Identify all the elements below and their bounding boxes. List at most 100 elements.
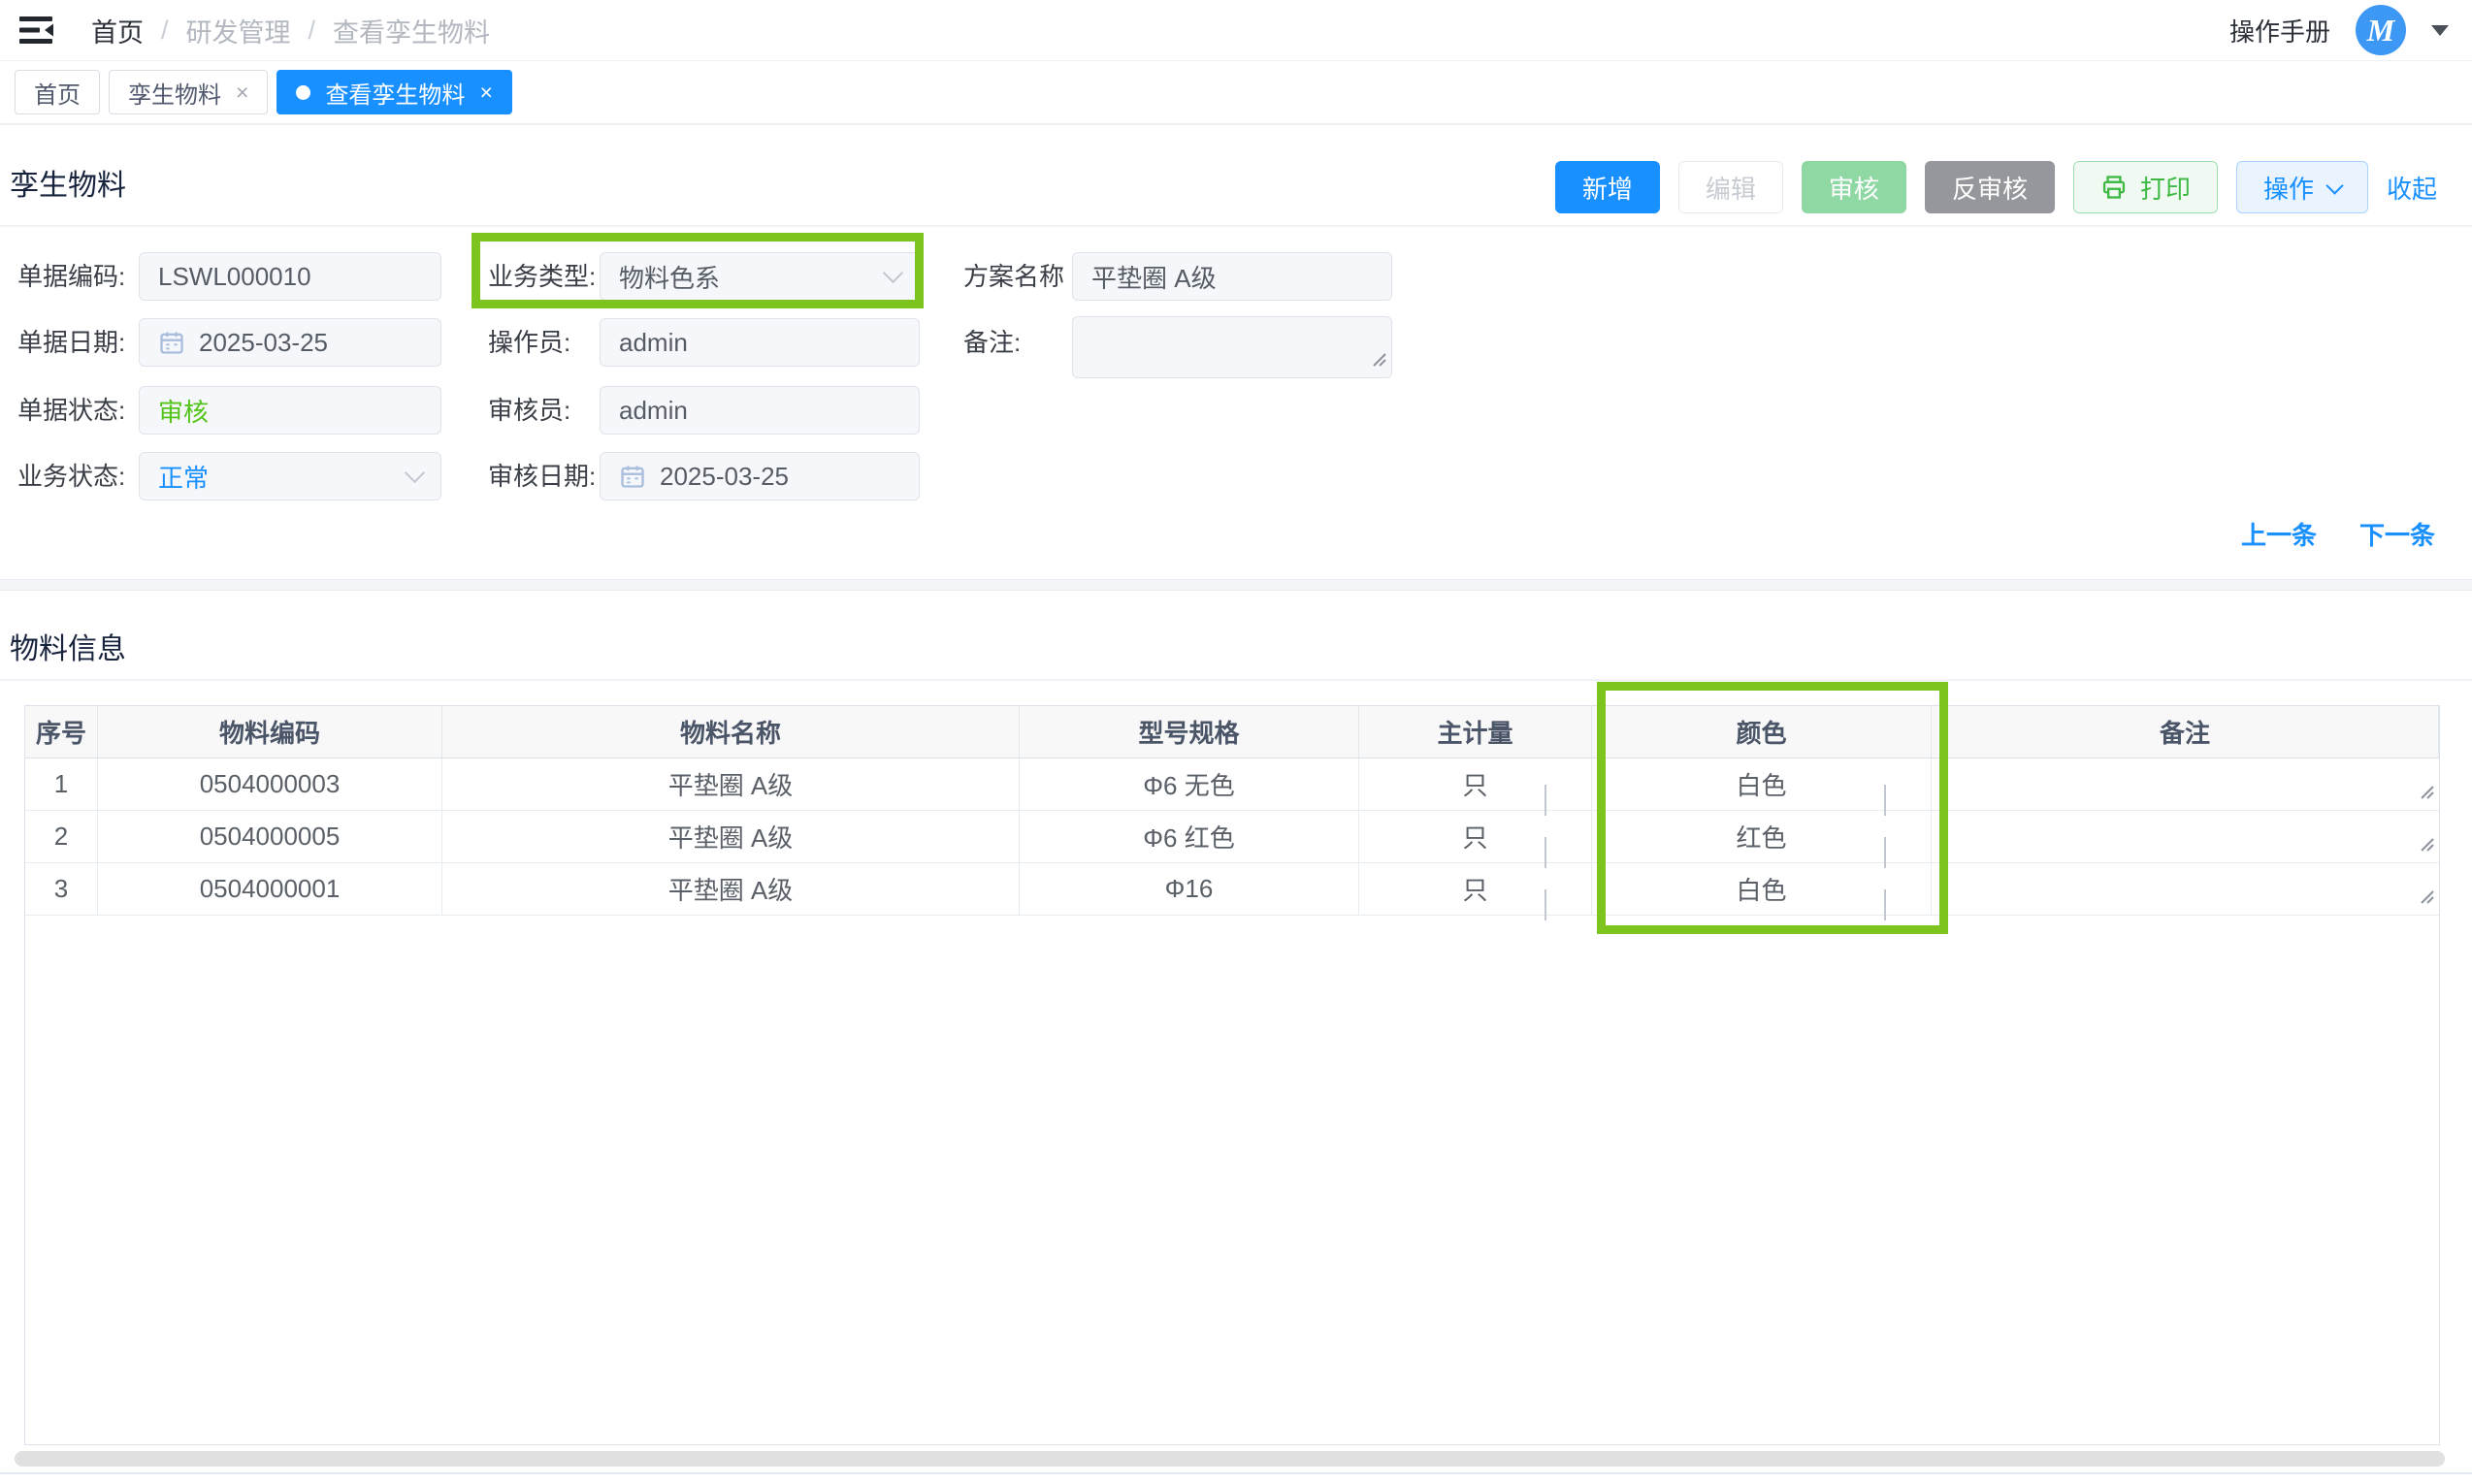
operator-field[interactable]: admin [600, 318, 920, 367]
biz-status-select[interactable]: 正常 [139, 452, 441, 500]
auditor-field[interactable]: admin [600, 386, 920, 435]
cell-spec: Φ16 [1020, 863, 1359, 915]
avatar-letter: M [2367, 13, 2394, 48]
breadcrumb-rd-management[interactable]: 研发管理 [186, 12, 291, 49]
cell-color-select[interactable]: 红色 [1592, 811, 1932, 862]
cell-color-select[interactable]: 白色 [1592, 758, 1932, 810]
doc-status-value: 审核 [158, 393, 209, 429]
tab-view-twin-material[interactable]: 查看孪生物料 × [276, 70, 511, 114]
next-record-link[interactable]: 下一条 [2359, 516, 2435, 552]
chevron-down-icon [1545, 837, 1546, 867]
cell-index: 2 [25, 811, 98, 862]
material-table: 序号 物料编码 物料名称 型号规格 主计量 颜色 备注 1 0504000003… [24, 705, 2440, 1445]
header-right-area: 操作手册 M [2229, 5, 2449, 55]
chevron-down-icon [405, 463, 425, 483]
cell-unit-select[interactable]: 只 [1359, 758, 1592, 810]
close-icon[interactable]: × [236, 81, 248, 104]
chevron-down-icon [883, 263, 903, 283]
bottom-border-line [0, 1472, 2472, 1474]
unit-value: 只 [1462, 766, 1487, 802]
col-header-unit: 主计量 [1359, 706, 1592, 758]
printer-icon [2100, 174, 2128, 201]
actions-button-label: 操作 [2263, 170, 2314, 206]
resize-grip-icon[interactable] [2419, 776, 2434, 806]
resize-grip-icon[interactable] [1371, 343, 1386, 373]
doc-status-label: 单据状态: [17, 386, 125, 435]
cell-unit-select[interactable]: 只 [1359, 811, 1592, 862]
plan-name-value: 平垫圈 A级 [1091, 259, 1217, 295]
cell-color-select[interactable]: 白色 [1592, 863, 1932, 915]
cell-remark-textarea[interactable] [1932, 811, 2439, 862]
cell-spec: Φ6 无色 [1020, 758, 1359, 810]
cell-remark-textarea[interactable] [1932, 758, 2439, 810]
unaudit-button[interactable]: 反审核 [1925, 161, 2055, 213]
audit-date-field[interactable]: 2025-03-25 [600, 452, 920, 500]
top-header-bar: 首页 / 研发管理 / 查看孪生物料 操作手册 M [0, 0, 2472, 61]
color-value: 红色 [1736, 819, 1786, 855]
add-button[interactable]: 新增 [1555, 161, 1660, 213]
manual-link[interactable]: 操作手册 [2229, 13, 2330, 48]
doc-status-field: 审核 [139, 386, 441, 435]
menu-fold-icon[interactable] [17, 14, 56, 47]
table-header-row: 序号 物料编码 物料名称 型号规格 主计量 颜色 备注 [25, 706, 2439, 758]
calendar-icon [619, 463, 646, 490]
doc-date-field[interactable]: 2025-03-25 [139, 318, 441, 367]
actions-dropdown-button[interactable]: 操作 [2236, 161, 2368, 213]
tab-home[interactable]: 首页 [15, 70, 100, 114]
tab-twin-material[interactable]: 孪生物料 × [109, 70, 268, 114]
close-icon[interactable]: × [479, 81, 492, 104]
remark-textarea[interactable] [1072, 316, 1392, 378]
col-header-spec: 型号规格 [1020, 706, 1359, 758]
resize-grip-icon[interactable] [2419, 828, 2434, 858]
doc-code-field[interactable]: LSWL000010 [139, 252, 441, 301]
auditor-label: 审核员: [488, 386, 570, 435]
biz-status-label: 业务状态: [17, 452, 125, 500]
divider [0, 679, 2472, 681]
divider [0, 225, 2472, 227]
edit-button: 编辑 [1678, 161, 1783, 213]
chevron-down-icon [1884, 785, 1886, 815]
cell-unit-select[interactable]: 只 [1359, 863, 1592, 915]
breadcrumb: 首页 / 研发管理 / 查看孪生物料 [91, 12, 490, 49]
plan-name-field[interactable]: 平垫圈 A级 [1072, 252, 1392, 301]
plan-name-label: 方案名称 [963, 252, 1064, 301]
table-row: 3 0504000001 平垫圈 A级 Φ16 只 白色 [25, 863, 2439, 916]
col-header-name: 物料名称 [442, 706, 1020, 758]
page-title: 孪生物料 [10, 161, 126, 204]
collapse-link[interactable]: 收起 [2387, 170, 2437, 206]
biz-type-label: 业务类型: [488, 252, 596, 301]
tab-label: 查看孪生物料 [325, 76, 465, 110]
horizontal-scrollbar[interactable] [15, 1451, 2445, 1467]
col-header-code: 物料编码 [98, 706, 442, 758]
resize-grip-icon[interactable] [2419, 881, 2434, 911]
breadcrumb-home[interactable]: 首页 [91, 12, 144, 49]
material-section-title: 物料信息 [10, 625, 126, 667]
print-button[interactable]: 打印 [2073, 161, 2218, 213]
doc-date-value: 2025-03-25 [199, 328, 328, 358]
calendar-icon [158, 329, 185, 356]
audit-button[interactable]: 审核 [1802, 161, 1906, 213]
prev-record-link[interactable]: 上一条 [2241, 516, 2317, 552]
user-avatar[interactable]: M [2356, 5, 2406, 55]
doc-date-label: 单据日期: [17, 318, 125, 367]
operator-value: admin [619, 328, 688, 358]
tab-label: 孪生物料 [128, 76, 221, 110]
col-header-color: 颜色 [1592, 706, 1932, 758]
cell-name: 平垫圈 A级 [442, 758, 1020, 810]
operator-label: 操作员: [488, 318, 570, 367]
cell-index: 1 [25, 758, 98, 810]
biz-type-select[interactable]: 物料色系 [600, 252, 920, 301]
cell-remark-textarea[interactable] [1932, 863, 2439, 915]
tab-label: 首页 [34, 76, 81, 110]
cell-code: 0504000003 [98, 758, 442, 810]
cell-name: 平垫圈 A级 [442, 863, 1020, 915]
breadcrumb-current-page: 查看孪生物料 [333, 12, 490, 49]
breadcrumb-separator: / [161, 16, 169, 46]
cell-index: 3 [25, 863, 98, 915]
col-header-remark: 备注 [1932, 706, 2439, 758]
table-row: 1 0504000003 平垫圈 A级 Φ6 无色 只 白色 [25, 758, 2439, 811]
audit-date-value: 2025-03-25 [660, 462, 789, 492]
cell-code: 0504000005 [98, 811, 442, 862]
unit-value: 只 [1462, 819, 1487, 855]
caret-down-icon[interactable] [2431, 25, 2449, 36]
